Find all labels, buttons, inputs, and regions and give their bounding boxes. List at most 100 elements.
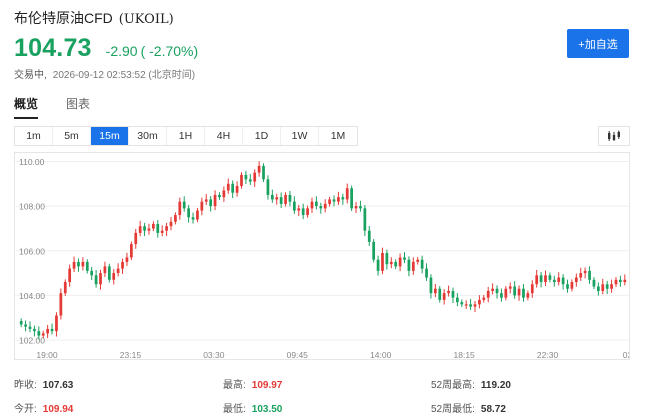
candlestick-icon <box>608 130 620 141</box>
period-selector: 1m 5m 15m 30m 1H 4H 1D 1W 1M <box>14 126 358 146</box>
chart-type-button[interactable] <box>598 126 630 146</box>
candle-body <box>530 284 534 294</box>
candle-body <box>583 270 587 274</box>
stat-value: 103.50 <box>251 404 283 415</box>
period-1w[interactable]: 1W <box>281 127 319 145</box>
candle-body <box>147 228 151 231</box>
view-tabs: 概览 图表 <box>14 95 90 119</box>
change-percent: ( -2.70%) <box>140 43 199 59</box>
candle-body <box>160 230 164 233</box>
candle-body <box>526 293 530 298</box>
candle-body <box>292 201 296 211</box>
candle-body <box>116 268 120 274</box>
period-30m[interactable]: 30m <box>129 127 167 145</box>
add-to-watchlist-button[interactable]: +加自选 <box>567 29 629 58</box>
candle-body <box>522 288 525 298</box>
candle-body <box>187 208 190 218</box>
x-tick-label: 02:4 <box>623 350 630 360</box>
candle-body <box>486 290 490 298</box>
stat-label: 昨收: <box>14 380 37 391</box>
candle-body <box>196 210 199 220</box>
y-tick-label: 104.00 <box>19 291 45 301</box>
period-5m[interactable]: 5m <box>53 127 91 145</box>
candle-body <box>59 293 63 316</box>
candle-body <box>319 206 323 209</box>
stat-value: 58.72 <box>480 404 506 415</box>
candle-body <box>552 279 556 283</box>
candle-body <box>411 261 415 271</box>
candle-body <box>90 270 94 276</box>
candle-body <box>610 284 613 289</box>
candle-body <box>301 208 305 216</box>
candle-body <box>544 275 547 283</box>
candle-body <box>403 257 406 260</box>
stat-label: 52周最高: <box>431 380 475 391</box>
candle-body <box>85 261 89 271</box>
candle-body <box>156 223 160 233</box>
candle-body <box>500 293 503 298</box>
candle-body <box>200 201 204 211</box>
tab-chart[interactable]: 图表 <box>66 95 90 119</box>
price-chart[interactable]: 110.00 108.00 106.00 104.00 102.00 19:00 23:15… <box>14 152 630 360</box>
candle-body <box>235 186 239 193</box>
period-4h[interactable]: 4H <box>205 127 243 145</box>
candle-body <box>121 261 124 269</box>
candle-body <box>81 261 85 267</box>
candle-body <box>398 257 402 267</box>
period-1mo[interactable]: 1M <box>319 127 357 145</box>
candle-body <box>504 288 508 298</box>
last-price: 104.73 <box>14 34 92 62</box>
period-1m[interactable]: 1m <box>15 127 53 145</box>
stat-prev-close: 昨收: 107.63 <box>14 376 73 391</box>
price-row: 104.73 -2.90( -2.70%) <box>14 34 198 63</box>
x-tick-label: 19:00 <box>36 350 58 360</box>
candle-body <box>442 293 446 300</box>
candle-body <box>169 221 173 227</box>
y-tick-label: 102.00 <box>19 336 45 346</box>
candle-body <box>226 183 230 191</box>
candle-body <box>535 275 539 285</box>
candle-body <box>46 328 50 334</box>
candle-body <box>605 284 609 289</box>
candle-body <box>456 297 459 303</box>
instrument-title: 布伦特原油CFD (UKOIL) <box>14 8 174 28</box>
candle-body <box>539 275 543 283</box>
period-1h[interactable]: 1H <box>167 127 205 145</box>
candle-body <box>592 279 596 287</box>
market-status: 交易中, 2026-09-12 02:53:52 (北京时间) <box>14 66 195 81</box>
candle-body <box>125 257 129 262</box>
candle-body <box>103 266 107 274</box>
period-1d[interactable]: 1D <box>243 127 281 145</box>
candle-body <box>337 197 340 202</box>
stat-value: 107.63 <box>42 380 74 391</box>
tab-overview[interactable]: 概览 <box>14 95 39 119</box>
candle-body <box>596 286 600 291</box>
candle-body <box>574 277 578 283</box>
candle-body <box>561 277 565 285</box>
y-tick-label: 106.00 <box>19 246 45 256</box>
candle-body <box>570 282 574 289</box>
period-15m[interactable]: 15m <box>91 127 129 145</box>
candle-body <box>165 226 168 231</box>
candle-body <box>345 188 349 200</box>
candle-body <box>178 201 182 216</box>
candle-body <box>508 286 512 289</box>
candle-body <box>566 284 569 289</box>
stat-52w-low: 52周最低: 58.72 <box>431 400 506 415</box>
candle-body <box>407 259 411 271</box>
candle-body <box>478 299 481 305</box>
candle-body <box>288 194 292 202</box>
x-tick-label: 22:30 <box>537 350 559 360</box>
candle-body <box>425 268 428 278</box>
candle-body <box>257 165 261 173</box>
candle-body <box>517 288 521 296</box>
candle-body <box>469 304 472 307</box>
candle-body <box>623 279 627 283</box>
candle-body <box>28 326 32 329</box>
x-tick-label: 03:30 <box>203 350 225 360</box>
candle-body <box>174 215 177 222</box>
candle-body <box>354 206 358 209</box>
candle-body <box>601 284 605 291</box>
candle-body <box>240 174 243 187</box>
candle-body <box>451 290 455 298</box>
